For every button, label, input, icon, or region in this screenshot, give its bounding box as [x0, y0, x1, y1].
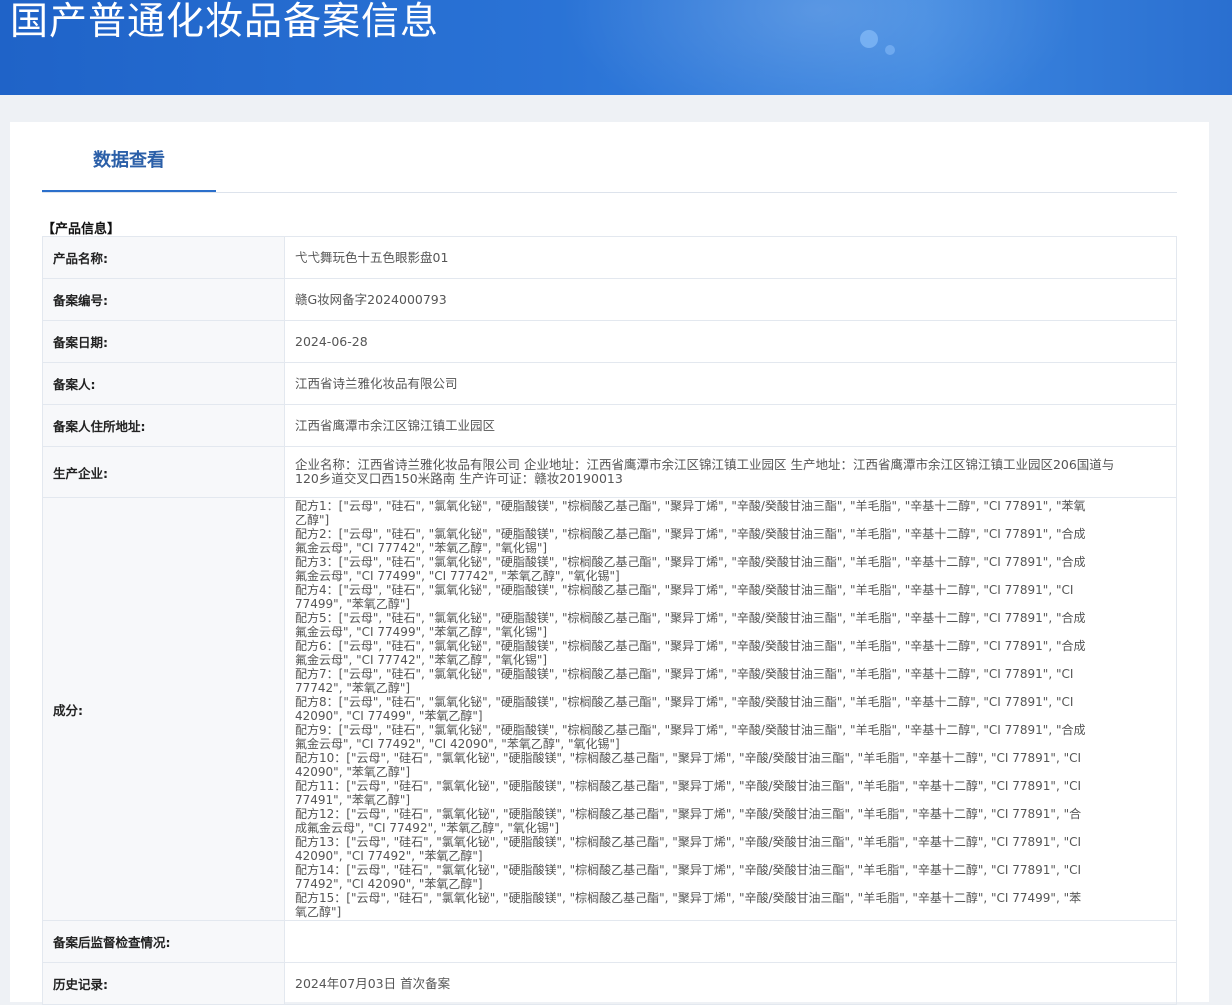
field-label: 成分: [42, 497, 285, 921]
formula-item: 配方10：["云母", "硅石", "氯氧化铋", "硬脂酸镁", "棕榈酸乙基… [295, 751, 1082, 779]
table-row: 历史记录: 2024年07月03日 首次备案 [42, 962, 1177, 1005]
field-label: 备案日期: [42, 320, 285, 363]
tab-data-view[interactable]: 数据查看 [42, 122, 216, 192]
formula-item: 配方4：["云母", "硅石", "氯氧化铋", "硬脂酸镁", "棕榈酸乙基己… [295, 583, 1074, 611]
field-value [284, 920, 1177, 963]
page-banner: 国产普通化妆品备案信息 [0, 0, 1232, 95]
page-title: 国产普通化妆品备案信息 [10, 0, 440, 43]
field-value: 江西省诗兰雅化妆品有限公司 [284, 362, 1177, 405]
formula-item: 配方12：["云母", "硅石", "氯氧化铋", "硬脂酸镁", "棕榈酸乙基… [295, 807, 1082, 835]
formula-item: 配方14：["云母", "硅石", "氯氧化铋", "硬脂酸镁", "棕榈酸乙基… [295, 863, 1082, 891]
table-row: 生产企业: 企业名称：江西省诗兰雅化妆品有限公司 企业地址：江西省鹰潭市余江区锦… [42, 446, 1177, 498]
formula-item: 配方2：["云母", "硅石", "氯氧化铋", "硬脂酸镁", "棕榈酸乙基己… [295, 527, 1086, 555]
banner-dot [860, 30, 878, 48]
formula-item: 配方1：["云母", "硅石", "氯氧化铋", "硬脂酸镁", "棕榈酸乙基己… [295, 499, 1086, 527]
field-value: 企业名称：江西省诗兰雅化妆品有限公司 企业地址：江西省鹰潭市余江区锦江镇工业园区… [284, 446, 1177, 498]
formula-item: 配方7：["云母", "硅石", "氯氧化铋", "硬脂酸镁", "棕榈酸乙基己… [295, 667, 1074, 695]
formula-item: 配方5：["云母", "硅石", "氯氧化铋", "硬脂酸镁", "棕榈酸乙基己… [295, 611, 1086, 639]
field-label: 备案编号: [42, 278, 285, 321]
tab-bar: 数据查看 [42, 122, 1177, 193]
ingredients-list: 配方1：["云母", "硅石", "氯氧化铋", "硬脂酸镁", "棕榈酸乙基己… [284, 497, 1177, 921]
field-value: 2024年07月03日 首次备案 [284, 962, 1177, 1005]
formula-item: 配方15：["云母", "硅石", "氯氧化铋", "硬脂酸镁", "棕榈酸乙基… [295, 891, 1082, 919]
formula-item: 配方13：["云母", "硅石", "氯氧化铋", "硬脂酸镁", "棕榈酸乙基… [295, 835, 1082, 863]
table-row: 备案后监督检查情况: [42, 920, 1177, 963]
formula-item: 配方11：["云母", "硅石", "氯氧化铋", "硬脂酸镁", "棕榈酸乙基… [295, 779, 1082, 807]
field-label: 备案人住所地址: [42, 404, 285, 447]
section-title: 【产品信息】 [42, 222, 121, 237]
table-row: 备案编号: 赣G妆网备字2024000793 [42, 278, 1177, 321]
field-label: 备案人: [42, 362, 285, 405]
field-value: 江西省鹰潭市余江区锦江镇工业园区 [284, 404, 1177, 447]
table-row: 备案日期: 2024-06-28 [42, 320, 1177, 363]
banner-decoration [560, 0, 1080, 95]
table-row: 产品名称: 弋弋舞玩色十五色眼影盘01 [42, 236, 1177, 279]
content-card: 数据查看 【产品信息】 产品名称: 弋弋舞玩色十五色眼影盘01 备案编号: 赣G… [10, 122, 1209, 1005]
field-label: 历史记录: [42, 962, 285, 1005]
table-row: 成分: 配方1：["云母", "硅石", "氯氧化铋", "硬脂酸镁", "棕榈… [42, 497, 1177, 921]
formula-item: 配方6：["云母", "硅石", "氯氧化铋", "硬脂酸镁", "棕榈酸乙基己… [295, 639, 1086, 667]
field-value: 赣G妆网备字2024000793 [284, 278, 1177, 321]
field-value: 弋弋舞玩色十五色眼影盘01 [284, 236, 1177, 279]
formula-item: 配方8：["云母", "硅石", "氯氧化铋", "硬脂酸镁", "棕榈酸乙基己… [295, 695, 1074, 723]
field-value: 2024-06-28 [284, 320, 1177, 363]
banner-dot [885, 45, 895, 55]
table-row: 备案人: 江西省诗兰雅化妆品有限公司 [42, 362, 1177, 405]
field-label: 生产企业: [42, 446, 285, 498]
field-label: 备案后监督检查情况: [42, 920, 285, 963]
field-label: 产品名称: [42, 236, 285, 279]
formula-item: 配方3：["云母", "硅石", "氯氧化铋", "硬脂酸镁", "棕榈酸乙基己… [295, 555, 1086, 583]
product-info-table: 产品名称: 弋弋舞玩色十五色眼影盘01 备案编号: 赣G妆网备字20240007… [42, 236, 1177, 1005]
table-row: 备案人住所地址: 江西省鹰潭市余江区锦江镇工业园区 [42, 404, 1177, 447]
formula-item: 配方9：["云母", "硅石", "氯氧化铋", "硬脂酸镁", "棕榈酸乙基己… [295, 723, 1086, 751]
